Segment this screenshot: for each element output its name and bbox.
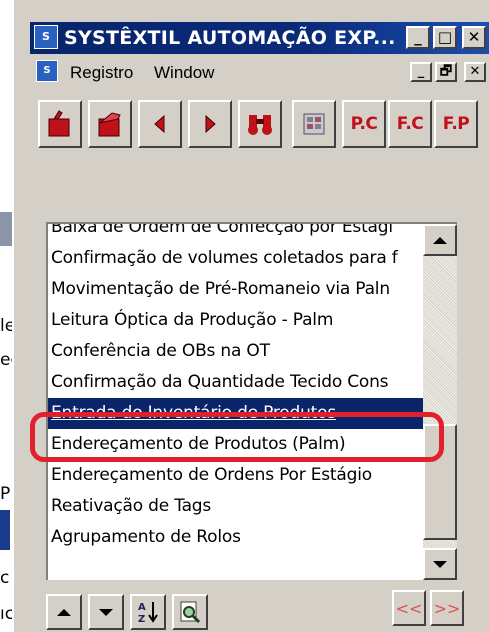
- maximize-button[interactable]: □: [433, 26, 457, 49]
- new-record-button[interactable]: [38, 100, 82, 148]
- document-icon[interactable]: S: [36, 60, 58, 82]
- vertical-scrollbar[interactable]: [423, 224, 457, 580]
- list-item[interactable]: Reativação de Tags: [48, 491, 423, 522]
- program-list[interactable]: Baixa de Ordem de Confecção por Estági C…: [46, 222, 457, 580]
- menu-item-registro[interactable]: Registro: [70, 63, 133, 83]
- move-up-button[interactable]: [46, 594, 82, 630]
- chevron-down-icon: [433, 560, 447, 568]
- pc-label: P.C: [350, 114, 378, 134]
- next-button[interactable]: [188, 100, 232, 148]
- arrow-right-icon: [205, 114, 216, 134]
- sort-button[interactable]: A Z: [130, 594, 166, 630]
- sort-az-icon: A Z: [138, 602, 158, 625]
- pc-button[interactable]: P.C: [342, 100, 386, 148]
- previous-button[interactable]: [138, 100, 182, 148]
- new-folder-icon: [48, 110, 70, 137]
- list-item[interactable]: Baixa de Ordem de Confecção por Estági: [48, 224, 423, 243]
- move-down-button[interactable]: [88, 594, 124, 630]
- toolbar: P.C F.C F.P: [38, 100, 489, 148]
- list-item[interactable]: Agrupamento de Rolos: [48, 522, 423, 553]
- background-text: P: [0, 484, 11, 504]
- fc-button[interactable]: F.C: [388, 100, 432, 148]
- arrow-left-icon: [154, 114, 165, 134]
- list-item[interactable]: Confirmação de volumes coletados para f: [48, 243, 423, 274]
- highlight-annotation: [30, 412, 444, 462]
- binoculars-icon: [248, 115, 272, 135]
- previous-page-button[interactable]: <<: [392, 590, 426, 626]
- fc-label: F.C: [396, 114, 424, 134]
- report-icon: [303, 113, 325, 135]
- scroll-up-button[interactable]: [423, 224, 457, 256]
- menu-item-window[interactable]: Window: [154, 63, 214, 83]
- list-item[interactable]: Conferência de OBs na OT: [48, 336, 423, 367]
- scroll-down-button[interactable]: [423, 548, 457, 580]
- open-folder-icon: [98, 112, 121, 137]
- background-text: c: [0, 568, 10, 588]
- list-item[interactable]: Endereçamento de Ordens Por Estágio: [48, 460, 423, 491]
- svg-text:A: A: [138, 602, 146, 613]
- app-window: S SYSTÊXTIL AUTOMAÇÃO EXP... _ □ ✕ S Reg…: [12, 0, 489, 632]
- list-item[interactable]: Movimentação de Pré-Romaneio via Paln: [48, 274, 423, 305]
- report-button[interactable]: [292, 100, 336, 148]
- mdi-minimize-button[interactable]: _: [410, 62, 432, 82]
- preview-button[interactable]: [172, 594, 208, 630]
- close-button[interactable]: ✕: [462, 26, 486, 49]
- list-item[interactable]: Leitura Óptica da Produção - Palm: [48, 305, 423, 336]
- title-bar[interactable]: S SYSTÊXTIL AUTOMAÇÃO EXP... _ □ ✕: [30, 22, 489, 54]
- triangle-down-icon: [99, 608, 113, 616]
- magnifier-page-icon: [180, 601, 201, 624]
- next-page-button[interactable]: >>: [430, 590, 464, 626]
- list-items: Baixa de Ordem de Confecção por Estági C…: [48, 224, 423, 553]
- list-item[interactable]: Confirmação da Quantidade Tecido Cons: [48, 367, 423, 398]
- fp-button[interactable]: F.P: [434, 100, 478, 148]
- background-selection: [0, 510, 10, 550]
- window-title: SYSTÊXTIL AUTOMAÇÃO EXP...: [64, 27, 396, 49]
- triangle-up-icon: [57, 608, 71, 616]
- chevron-up-icon: [433, 236, 447, 244]
- search-button[interactable]: [238, 100, 282, 148]
- minimize-button[interactable]: _: [406, 26, 430, 49]
- app-icon: S: [34, 25, 58, 49]
- mdi-close-button[interactable]: ✕: [464, 62, 486, 82]
- mdi-restore-button[interactable]: 🗗: [435, 62, 457, 82]
- menu-bar: S Registro Window _ 🗗 ✕: [30, 56, 489, 88]
- open-record-button[interactable]: [88, 100, 132, 148]
- fp-label: F.P: [442, 114, 470, 134]
- svg-text:Z: Z: [138, 614, 145, 625]
